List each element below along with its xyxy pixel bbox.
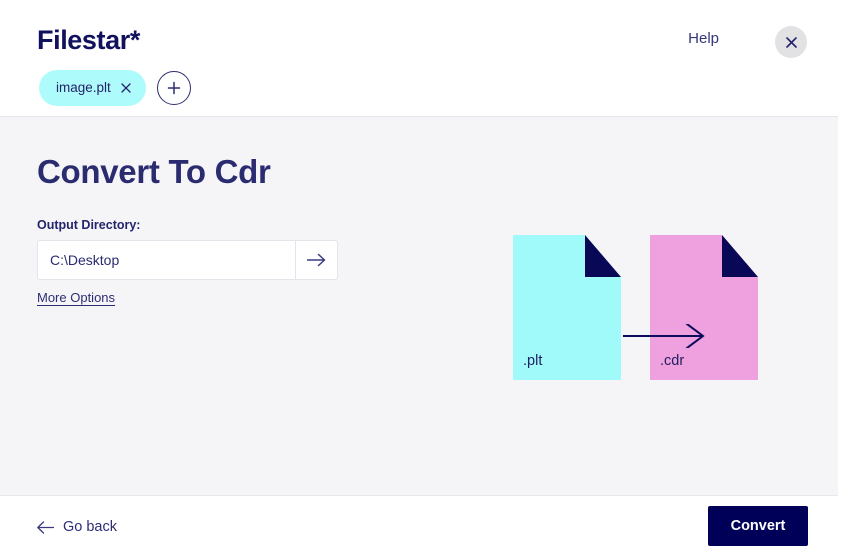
output-directory-label: Output Directory: — [37, 218, 141, 232]
output-directory-row — [37, 240, 338, 280]
plus-icon — [167, 81, 181, 95]
page-fold-icon — [722, 235, 758, 277]
output-directory-input[interactable] — [37, 240, 295, 280]
conversion-illustration: .plt .cdr — [513, 235, 758, 380]
scrollbar-track[interactable] — [838, 117, 846, 496]
page-fold-icon — [585, 235, 621, 277]
more-options-link[interactable]: More Options — [37, 291, 115, 304]
main-content: Convert To Cdr Output Directory: More Op… — [0, 117, 838, 496]
close-icon — [121, 83, 131, 93]
target-file-extension: .cdr — [660, 352, 685, 369]
filestar-app-window: Filestar* Help image.plt Convert To Cdr … — [0, 0, 846, 558]
file-chip[interactable]: image.plt — [39, 70, 146, 106]
file-chip-remove-button[interactable] — [120, 82, 132, 94]
close-icon — [785, 36, 797, 48]
source-file-graphic: .plt — [513, 235, 621, 380]
arrow-right-icon — [623, 324, 705, 348]
source-file-extension: .plt — [523, 352, 543, 369]
file-chip-list: image.plt — [39, 70, 191, 106]
app-header: Filestar* Help image.plt — [0, 0, 838, 117]
convert-button[interactable]: Convert — [708, 506, 808, 546]
target-file-graphic: .cdr — [650, 235, 758, 380]
arrow-right-icon — [307, 253, 326, 267]
browse-directory-button[interactable] — [295, 240, 338, 280]
help-link[interactable]: Help — [688, 31, 719, 46]
app-logo[interactable]: Filestar* — [37, 27, 140, 54]
page-title: Convert To Cdr — [37, 153, 271, 190]
go-back-label: Go back — [63, 519, 117, 535]
go-back-button[interactable]: Go back — [37, 520, 117, 535]
file-chip-label: image.plt — [56, 80, 111, 96]
app-footer: Go back Convert — [0, 496, 838, 558]
close-window-button[interactable] — [775, 26, 807, 58]
arrow-left-icon — [37, 521, 54, 534]
add-file-button[interactable] — [156, 71, 191, 105]
